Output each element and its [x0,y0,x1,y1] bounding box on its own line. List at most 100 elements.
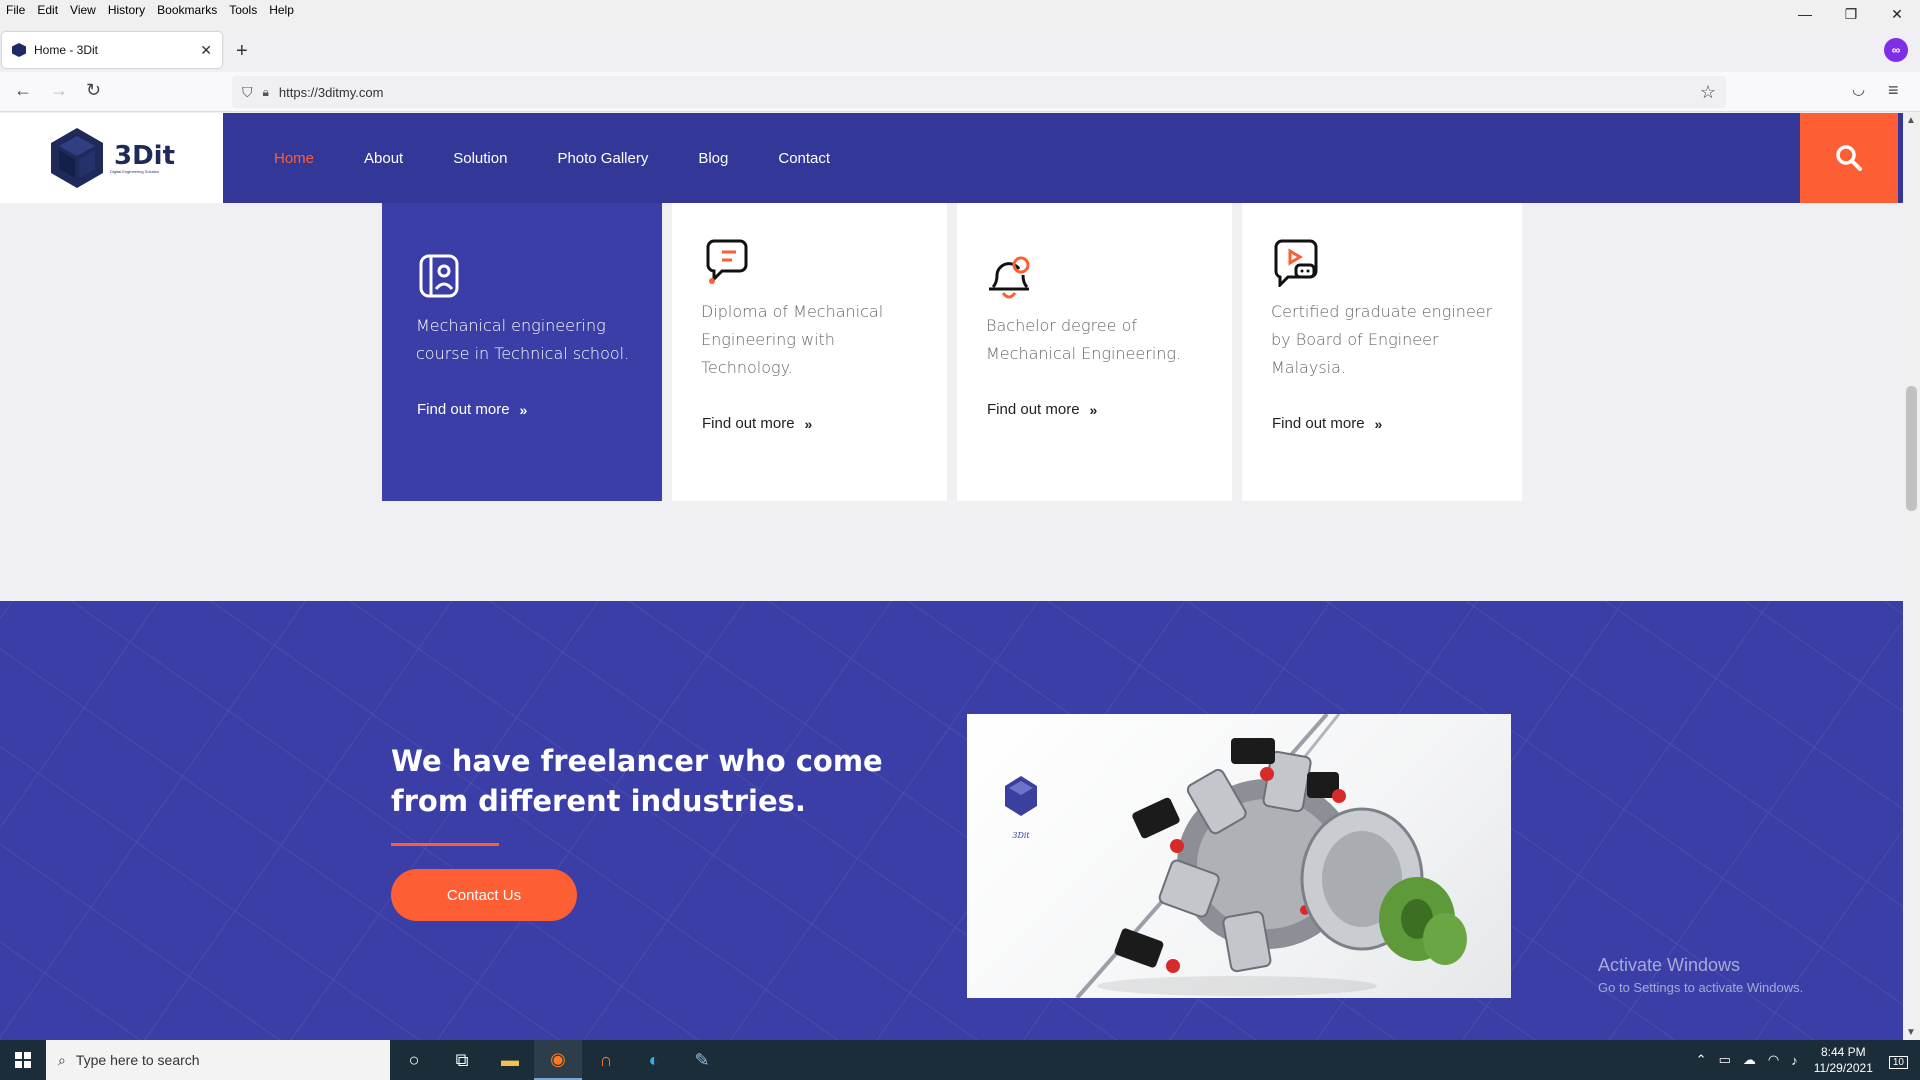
wifi-icon[interactable]: ◠ [1768,1052,1779,1068]
menu-history[interactable]: History [102,3,151,17]
scrollbar-thumb[interactable] [1906,386,1917,511]
notifications-icon[interactable]: 10 [1888,1053,1908,1069]
radial-engine-render: 3Dit [1005,714,1467,998]
double-chevron-right-icon: » [519,401,528,418]
menu-help[interactable]: Help [263,3,300,17]
new-tab-icon[interactable]: + [236,40,248,63]
site-favicon-icon [12,43,26,57]
chat-note-icon [706,239,748,284]
card-text: Bachelor degree of Mechanical Engineerin… [986,316,1182,363]
freelancer-section: We have freelancer who come from differe… [0,601,1903,1040]
watermark-title: Activate Windows [1598,955,1741,975]
forward-icon[interactable]: → [50,80,68,101]
card-certified-engineer: Certified graduate engineer by Board of … [1242,203,1522,501]
taskbar-search-box[interactable]: ⌕ Type here to search [46,1040,390,1080]
browser-nav-bar: ← → ↻ ⛉ 🔒︎ https://3ditmy.com ☆ ◡ ≡ [0,72,1920,112]
clock-date: 11/29/2021 [1813,1061,1873,1075]
menu-view[interactable]: View [64,3,102,17]
nav-about[interactable]: About [364,150,403,167]
find-out-more-link[interactable]: Find out more » [417,401,527,418]
video-chat-icon [1274,239,1318,287]
search-icon [1836,145,1862,171]
windows-activation-watermark: Activate Windows Go to Settings to activ… [1598,955,1803,995]
card-text: Diploma of Mechanical Engineering with T… [701,302,884,377]
find-out-more-label: Find out more [1272,415,1365,432]
section-headline: We have freelancer who come from differe… [391,744,883,818]
card-technical-school: Mechanical engineering course in Technic… [382,203,662,501]
nav-blog[interactable]: Blog [698,150,728,167]
url-text: https://3ditmy.com [278,84,384,100]
tab-title: Home - 3Dit [34,43,99,57]
search-icon: ⌕ [58,1051,66,1068]
paint-icon[interactable]: ✎ [678,1040,726,1080]
windows-taskbar: ⌕ Type here to search ○ ⧉ ▬ ◉ ∩ ◐ ✎ ⌃ ▭ … [0,1040,1920,1080]
logo-cube-icon [50,128,103,188]
find-out-more-label: Find out more [417,401,510,418]
tab-strip: Home - 3Dit ✕ + ∞ [0,28,1920,72]
engine-render-image: 3Dit [967,714,1511,998]
nav-solution[interactable]: Solution [453,150,507,167]
window-controls: — ❐ ✕ [1782,0,1920,28]
tracking-shield-icon[interactable]: ⛉ [242,84,253,101]
address-bar[interactable]: ⛉ 🔒︎ https://3ditmy.com ☆ [232,76,1726,108]
site-logo[interactable]: 3Dit Digital Engineering Solution [0,113,223,203]
nav-home[interactable]: Home [274,150,314,167]
taskbar-search-placeholder: Type here to search [75,1052,200,1068]
edge-icon[interactable]: ◐ [630,1040,678,1080]
card-diploma: Diploma of Mechanical Engineering with T… [672,203,947,501]
meet-now-icon[interactable]: ▭ [1719,1052,1731,1068]
menu-tools[interactable]: Tools [223,3,263,17]
clock-time: 8:44 PM [1820,1045,1866,1059]
system-tray: ⌃ ▭ ☁ ◠ ♪ 8:44 PM 11/29/2021 10 [1690,1040,1920,1080]
task-view-icon[interactable]: ⧉ [438,1040,486,1080]
double-chevron-right-icon: » [804,415,813,432]
app-menu-icon[interactable]: ≡ [1888,80,1899,101]
back-icon[interactable]: ← [14,80,32,101]
nav-photo-gallery[interactable]: Photo Gallery [557,150,648,167]
windows-logo-icon [15,1052,31,1068]
double-chevron-right-icon: » [1374,415,1383,432]
watermark-subtitle: Go to Settings to activate Windows. [1598,980,1804,995]
find-out-more-link[interactable]: Find out more » [987,401,1097,418]
scroll-up-icon[interactable]: ▲ [1906,115,1916,126]
contact-us-button[interactable]: Contact Us [391,869,577,921]
bell-icon [989,256,1030,299]
firefox-icon[interactable]: ◉ [534,1040,582,1080]
pocket-icon[interactable]: ◡ [1852,80,1865,98]
find-out-more-link[interactable]: Find out more » [702,415,812,432]
file-explorer-icon[interactable]: ▬ [486,1040,534,1080]
chevron-up-icon[interactable]: ⌃ [1696,1052,1707,1068]
headline-underline [391,843,499,846]
menu-file[interactable]: File [0,3,31,17]
restore-button[interactable]: ❐ [1828,0,1874,28]
cortana-icon[interactable]: ○ [390,1040,438,1080]
find-out-more-link[interactable]: Find out more » [1272,415,1382,432]
close-tab-icon[interactable]: ✕ [200,42,212,59]
scroll-down-icon[interactable]: ▼ [1906,1027,1916,1038]
site-nav: Home About Solution Photo Gallery Blog C… [274,113,880,203]
close-window-button[interactable]: ✕ [1874,0,1920,28]
volume-icon[interactable]: ♪ [1791,1053,1798,1068]
find-out-more-label: Find out more [702,415,795,432]
find-out-more-label: Find out more [987,401,1080,418]
start-button[interactable] [0,1040,46,1080]
menu-edit[interactable]: Edit [31,3,64,17]
site-header: 3Dit Digital Engineering Solution Home A… [0,113,1903,203]
reload-icon[interactable]: ↻ [86,80,101,101]
menu-bookmarks[interactable]: Bookmarks [151,3,223,17]
browser-tab[interactable]: Home - 3Dit ✕ [2,32,222,68]
site-search-button[interactable] [1800,113,1898,203]
page-scrollbar[interactable]: ▲ ▼ [1903,113,1920,1040]
photo-logo: 3Dit [1012,831,1030,840]
browser-menu-bar: File Edit View History Bookmarks Tools H… [0,0,1920,20]
extension-icon[interactable]: ∞ [1884,38,1908,62]
onedrive-icon[interactable]: ☁ [1743,1052,1756,1068]
bookmark-star-icon[interactable]: ☆ [1700,82,1716,103]
site-brand: 3Dit [113,140,175,171]
clock[interactable]: 8:44 PM 11/29/2021 [1814,1044,1873,1076]
orange-app-icon[interactable]: ∩ [582,1040,630,1080]
card-text: Mechanical engineering course in Technic… [416,316,630,363]
nav-contact[interactable]: Contact [778,150,830,167]
minimize-button[interactable]: — [1782,0,1828,28]
lock-icon[interactable]: 🔒︎ [263,85,269,100]
